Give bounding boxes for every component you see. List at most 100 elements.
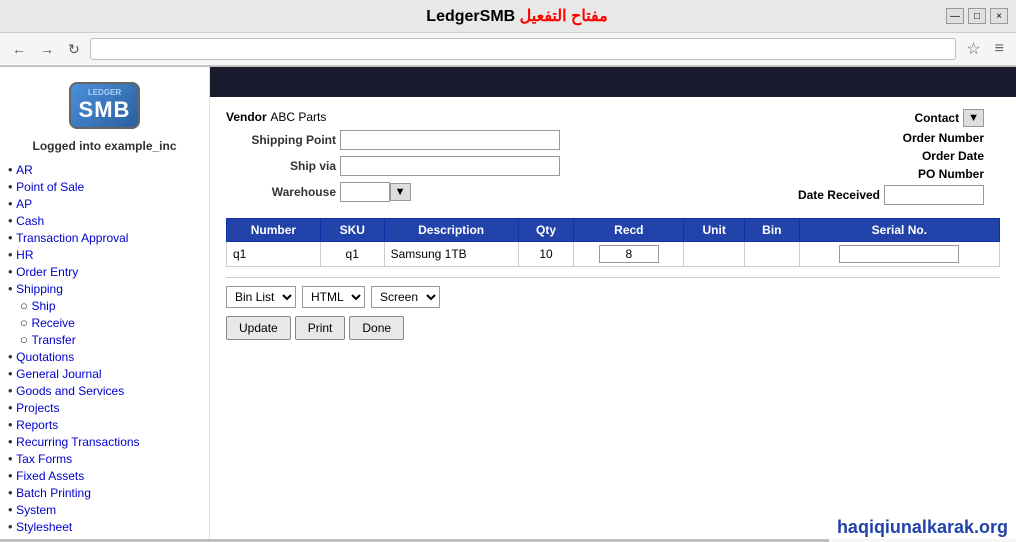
sidebar-link-ap[interactable]: AP — [16, 197, 32, 211]
ship-via-input[interactable] — [340, 156, 560, 176]
logged-in-label: Logged into example_inc — [0, 139, 209, 153]
bin-list-select[interactable]: Bin List — [226, 286, 296, 308]
sidebar-link-goods-and-services[interactable]: Goods and Services — [16, 384, 124, 398]
sidebar-item: Fixed Assets — [8, 467, 201, 484]
number-cell: q1 — [227, 242, 321, 267]
shipping-point-label: Shipping Point — [226, 133, 336, 147]
sidebar-link-reports[interactable]: Reports — [16, 418, 58, 432]
shipping-point-input[interactable] — [340, 130, 560, 150]
sidebar-link-quotations[interactable]: Quotations — [16, 350, 74, 364]
address-bar[interactable] — [90, 38, 957, 60]
sidebar-link-recurring-transactions[interactable]: Recurring Transactions — [16, 435, 139, 449]
medium-select[interactable]: ScreenPrinterEmail — [371, 286, 440, 308]
qty-cell: 10 — [518, 242, 574, 267]
content-header-bar — [210, 67, 1016, 97]
maximize-button[interactable]: □ — [968, 8, 986, 24]
form-right: Contact ▼ Order Number Order Date PO Num… — [798, 109, 1000, 205]
contact-row: Contact ▼ — [798, 109, 984, 127]
page-title: LedgerSMB مفتاح التفعيل — [88, 6, 946, 26]
sidebar-item: System — [8, 501, 201, 518]
table-header-serial-no.: Serial No. — [799, 219, 999, 242]
content-area: Vendor ABC Parts Shipping Point Ship via… — [210, 67, 1016, 539]
date-received-input[interactable] — [884, 185, 984, 205]
recd-cell-input[interactable] — [599, 245, 659, 263]
warehouse-input[interactable] — [340, 182, 390, 202]
update-button[interactable]: Update — [226, 316, 291, 340]
nav-bar: ← → ↻ ☆ ≡ — [0, 33, 1016, 66]
sidebar-link-cash[interactable]: Cash — [16, 214, 44, 228]
logo-smb-text: SMB — [79, 97, 131, 123]
minimize-button[interactable]: — — [946, 8, 964, 24]
back-button[interactable]: ← — [8, 39, 30, 59]
bin-cell — [745, 242, 800, 267]
watermark-suffix: org — [979, 517, 1008, 537]
sidebar-link-hr[interactable]: HR — [16, 248, 33, 262]
warehouse-row: Warehouse ▼ — [226, 182, 560, 202]
sidebar-link-general-journal[interactable]: General Journal — [16, 367, 101, 381]
sidebar-link-shipping[interactable]: Shipping — [16, 282, 63, 296]
sidebar: LEDGER SMB Logged into example_inc AR Poi… — [0, 67, 210, 539]
po-number-label: PO Number — [918, 167, 984, 181]
sidebar-link-batch-printing[interactable]: Batch Printing — [16, 486, 91, 500]
sidebar-link-point-of-sale[interactable]: Point of Sale — [16, 180, 84, 194]
serial-no-cell-input[interactable] — [839, 245, 959, 263]
toolbar-row: Bin List HTMLPDFCSV ScreenPrinterEmail — [226, 286, 1000, 308]
table-body: q1q1Samsung 1TB10 — [227, 242, 1000, 267]
sidebar-link-transfer[interactable]: Transfer — [31, 333, 75, 347]
window-controls: — □ × — [946, 8, 1008, 24]
table-header-recd: Recd — [574, 219, 684, 242]
star-icon[interactable]: ☆ — [962, 37, 984, 61]
sidebar-item: Reports — [8, 416, 201, 433]
form-left: Vendor ABC Parts Shipping Point Ship via… — [226, 109, 560, 208]
sidebar-item: Transfer — [8, 331, 201, 348]
sidebar-navigation: AR Point of Sale AP Cash Transaction Approva… — [0, 161, 209, 539]
divider — [226, 277, 1000, 278]
sidebar-link-receive[interactable]: Receive — [31, 316, 74, 330]
order-number-label: Order Number — [903, 131, 984, 145]
sidebar-link-preferences[interactable]: Preferences — [16, 537, 81, 539]
menu-icon[interactable]: ≡ — [991, 38, 1008, 60]
close-button[interactable]: × — [990, 8, 1008, 24]
format-select[interactable]: HTMLPDFCSV — [302, 286, 365, 308]
ship-via-label: Ship via — [226, 159, 336, 173]
table-header-qty: Qty — [518, 219, 574, 242]
logo-box: LEDGER SMB — [69, 82, 141, 129]
sidebar-link-stylesheet[interactable]: Stylesheet — [16, 520, 72, 534]
sidebar-link-tax-forms[interactable]: Tax Forms — [16, 452, 72, 466]
sidebar-link-order-entry[interactable]: Order Entry — [16, 265, 78, 279]
forward-button[interactable]: → — [36, 39, 58, 59]
vendor-value: ABC Parts — [270, 110, 326, 124]
contact-dropdown-button[interactable]: ▼ — [963, 109, 984, 127]
refresh-button[interactable]: ↻ — [64, 39, 84, 60]
title-arabic: مفتاح التفعيل — [520, 8, 608, 25]
sidebar-item: Order Entry — [8, 263, 201, 280]
sidebar-link-ar[interactable]: AR — [16, 163, 33, 177]
recd-cell[interactable] — [574, 242, 684, 267]
table-header-bin: Bin — [745, 219, 800, 242]
sidebar-link-transaction-approval[interactable]: Transaction Approval — [16, 231, 128, 245]
serial-no-cell[interactable] — [799, 242, 999, 267]
unit-cell — [684, 242, 745, 267]
sidebar-item: Ship — [8, 297, 201, 314]
print-button[interactable]: Print — [295, 316, 346, 340]
action-buttons: Update Print Done — [226, 316, 1000, 340]
sidebar-item: Stylesheet — [8, 518, 201, 535]
done-button[interactable]: Done — [349, 316, 404, 340]
warehouse-dropdown-button[interactable]: ▼ — [390, 183, 411, 201]
sidebar-link-ship[interactable]: Ship — [31, 299, 55, 313]
sidebar-item: Point of Sale — [8, 178, 201, 195]
sidebar-link-fixed-assets[interactable]: Fixed Assets — [16, 469, 84, 483]
receive-table: NumberSKUDescriptionQtyRecdUnitBinSerial… — [226, 218, 1000, 267]
vendor-row: Vendor ABC Parts — [226, 109, 560, 124]
table-header-unit: Unit — [684, 219, 745, 242]
sidebar-item: Receive — [8, 314, 201, 331]
sidebar-link-system[interactable]: System — [16, 503, 56, 517]
sidebar-item: Batch Printing — [8, 484, 201, 501]
sidebar-item: Transaction Approval — [8, 229, 201, 246]
order-date-label: Order Date — [922, 149, 984, 163]
description-cell: Samsung 1TB — [384, 242, 518, 267]
sidebar-item: Recurring Transactions — [8, 433, 201, 450]
sidebar-link-projects[interactable]: Projects — [16, 401, 59, 415]
logo-ledger-text: LEDGER — [79, 88, 131, 97]
sidebar-item: Quotations — [8, 348, 201, 365]
